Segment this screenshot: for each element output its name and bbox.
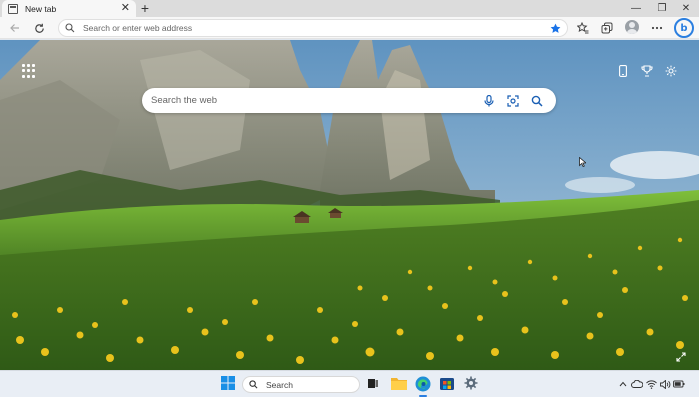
apps-launcher-icon[interactable] bbox=[22, 64, 36, 78]
collections-icon bbox=[601, 22, 613, 34]
mouse-cursor-icon bbox=[579, 157, 586, 167]
volume-icon[interactable] bbox=[659, 378, 671, 390]
rewards-trophy-icon[interactable] bbox=[638, 62, 656, 80]
battery-icon[interactable] bbox=[673, 378, 685, 390]
file-explorer-icon[interactable] bbox=[391, 376, 407, 392]
tray-overflow-chevron-icon[interactable] bbox=[617, 378, 629, 390]
task-view-icon[interactable] bbox=[366, 376, 382, 392]
back-button[interactable] bbox=[6, 19, 24, 37]
tab-new-tab[interactable]: New tab ✕ bbox=[2, 0, 136, 17]
page-settings-gear-icon[interactable] bbox=[662, 62, 680, 80]
collections-button[interactable] bbox=[598, 19, 616, 37]
wifi-icon[interactable] bbox=[645, 378, 657, 390]
copilot-button[interactable]: b bbox=[674, 18, 694, 38]
visual-search-camera-icon[interactable] bbox=[503, 91, 523, 111]
edge-browser-icon[interactable] bbox=[415, 376, 431, 392]
windows-taskbar: Search bbox=[0, 370, 699, 397]
start-windows-icon[interactable] bbox=[221, 376, 237, 392]
settings-more-button[interactable] bbox=[648, 19, 666, 37]
back-arrow-icon bbox=[10, 24, 19, 32]
microsoft-store-icon[interactable] bbox=[440, 376, 456, 392]
refresh-icon bbox=[34, 23, 44, 33]
windows-settings-gear-icon[interactable] bbox=[464, 376, 480, 392]
new-tab-page: Search the web bbox=[0, 40, 699, 370]
maximize-button[interactable]: ❐ bbox=[649, 0, 675, 17]
taskbar-search-placeholder: Search bbox=[266, 379, 293, 390]
favorites-button[interactable] bbox=[574, 19, 592, 37]
copilot-icon: b bbox=[680, 22, 688, 34]
web-search-box[interactable]: Search the web bbox=[142, 88, 556, 113]
more-dots-icon bbox=[651, 26, 663, 30]
taskbar-search-icon bbox=[249, 380, 258, 389]
address-bar-placeholder: Search or enter web address bbox=[83, 23, 193, 33]
address-bar[interactable]: Search or enter web address bbox=[58, 19, 568, 37]
browser-toolbar: Search or enter web address b bbox=[0, 17, 699, 39]
search-icon bbox=[65, 23, 75, 33]
favorites-icon bbox=[577, 22, 589, 34]
new-tab-button[interactable]: + bbox=[138, 1, 152, 15]
search-submit-icon[interactable] bbox=[527, 91, 547, 111]
web-search-placeholder: Search the web bbox=[151, 95, 218, 106]
tab-title: New tab bbox=[25, 3, 57, 14]
close-window-button[interactable]: ✕ bbox=[673, 0, 699, 17]
taskbar-search-box[interactable]: Search bbox=[242, 376, 360, 393]
phone-icon[interactable] bbox=[614, 62, 632, 80]
favorite-star-icon[interactable] bbox=[550, 23, 561, 34]
refresh-button[interactable] bbox=[30, 19, 48, 37]
page-icon bbox=[8, 3, 18, 14]
onedrive-cloud-icon[interactable] bbox=[631, 378, 643, 390]
voice-search-mic-icon[interactable] bbox=[479, 91, 499, 111]
tab-close-button[interactable]: ✕ bbox=[121, 3, 130, 14]
expand-background-icon[interactable] bbox=[676, 352, 688, 364]
minimize-button[interactable]: — bbox=[623, 0, 649, 17]
profile-avatar[interactable] bbox=[625, 20, 639, 34]
title-bar: New tab ✕ + — ❐ ✕ bbox=[0, 0, 699, 17]
